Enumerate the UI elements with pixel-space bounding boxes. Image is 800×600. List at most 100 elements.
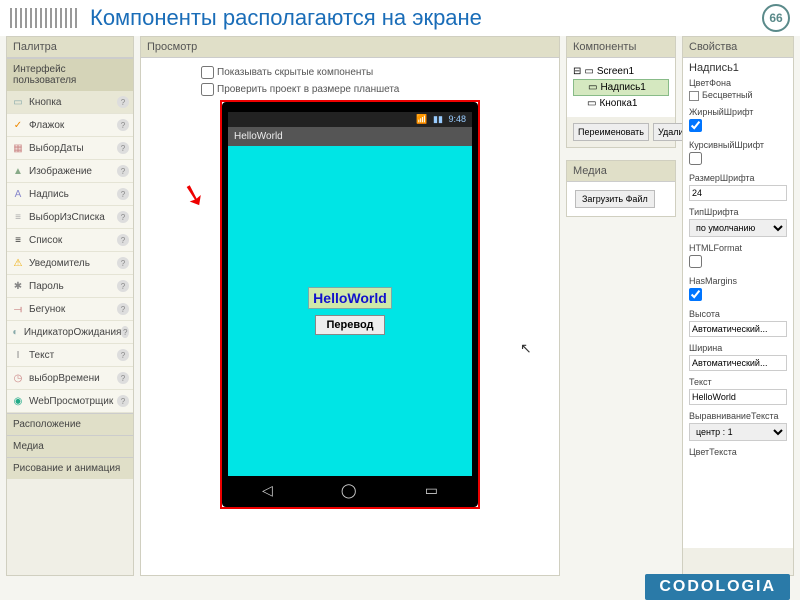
- palette-item[interactable]: ◷ выборВремени?: [7, 367, 133, 390]
- cursor-icon: ↖: [520, 340, 532, 357]
- signal-icon: ▮▮: [433, 114, 443, 124]
- htmlformat-checkbox[interactable]: [689, 255, 702, 268]
- tree-node-label: Кнопка1: [599, 98, 637, 109]
- palette-item[interactable]: ▭Кнопка?: [7, 91, 133, 114]
- palette-category-media[interactable]: Медиа: [7, 435, 133, 457]
- component-icon: A: [11, 187, 25, 201]
- palette-item-label: Текст: [29, 350, 54, 361]
- palette-item[interactable]: ⚠Уведомитель?: [7, 252, 133, 275]
- media-panel: Медиа Загрузить Файл: [566, 160, 676, 217]
- palette-item-label: ВыборИзСписка: [29, 212, 105, 223]
- palette-item-label: ВыборДаты: [29, 143, 84, 154]
- help-icon[interactable]: ?: [117, 257, 129, 269]
- bold-label: ЖирныйШрифт: [689, 107, 787, 117]
- text-label: Текст: [689, 377, 787, 387]
- help-icon[interactable]: ?: [117, 211, 129, 223]
- bgcolor-swatch[interactable]: [689, 91, 699, 101]
- tree-node[interactable]: ▭Кнопка1: [573, 96, 669, 111]
- palette-item-label: выборВремени: [29, 373, 100, 384]
- hasmargins-checkbox[interactable]: [689, 288, 702, 301]
- viewer-body: Показывать скрытые компоненты Проверить …: [141, 58, 559, 575]
- align-label: ВыравниваниеТекста: [689, 411, 787, 421]
- palette-item[interactable]: IТекст?: [7, 344, 133, 367]
- help-icon[interactable]: ?: [117, 96, 129, 108]
- help-icon[interactable]: ?: [117, 303, 129, 315]
- width-label: Ширина: [689, 343, 787, 353]
- help-icon[interactable]: ?: [117, 165, 129, 177]
- palette-item[interactable]: ◉WebПросмотрщик?: [7, 390, 133, 413]
- palette-item[interactable]: ▦ ВыборДаты?: [7, 137, 133, 160]
- viewer-title: Просмотр: [141, 37, 559, 58]
- palette-category-drawing[interactable]: Рисование и анимация: [7, 457, 133, 479]
- upload-file-button[interactable]: Загрузить Файл: [575, 190, 655, 208]
- text-input[interactable]: [689, 389, 787, 405]
- palette-item[interactable]: ✱Пароль?: [7, 275, 133, 298]
- help-icon[interactable]: ?: [117, 119, 129, 131]
- components-panel: Компоненты ⊟▭Screen1▭Надпись1▭Кнопка1 Пе…: [566, 36, 676, 148]
- palette-item[interactable]: ≡Список?: [7, 229, 133, 252]
- component-icon: ▭: [584, 66, 593, 77]
- expand-icon[interactable]: ⊟: [573, 66, 581, 77]
- help-icon[interactable]: ?: [117, 188, 129, 200]
- palette-item[interactable]: ≡ВыборИзСписка?: [7, 206, 133, 229]
- bgcolor-value[interactable]: Бесцветный: [702, 90, 753, 100]
- tablet-size-checkbox[interactable]: [201, 83, 214, 96]
- properties-title: Свойства: [683, 37, 793, 58]
- tree-node[interactable]: ⊟▭Screen1: [573, 64, 669, 79]
- label-component[interactable]: HelloWorld: [308, 287, 392, 309]
- back-icon[interactable]: ◁: [262, 482, 273, 499]
- button-component[interactable]: Перевод: [315, 315, 384, 335]
- htmlformat-label: HTMLFormat: [689, 243, 787, 253]
- media-title: Медиа: [567, 161, 675, 182]
- fontsize-input[interactable]: [689, 185, 787, 201]
- slide-number-badge: 66: [762, 4, 790, 32]
- palette-item[interactable]: A Надпись?: [7, 183, 133, 206]
- palette-category-ui[interactable]: Интерфейс пользователя: [7, 58, 133, 91]
- show-hidden-checkbox[interactable]: [201, 66, 214, 79]
- italic-checkbox[interactable]: [689, 152, 702, 165]
- hasmargins-label: HasMargins: [689, 276, 787, 286]
- help-icon[interactable]: ?: [117, 142, 129, 154]
- palette-item-label: Кнопка: [29, 97, 61, 108]
- palette-item[interactable]: ⟞Бегунок?: [7, 298, 133, 321]
- annotation-arrow: ➘: [177, 175, 210, 215]
- component-icon: ◉: [11, 394, 25, 408]
- watermark-logo: CODOLOGIA: [645, 574, 790, 600]
- palette-category-layout[interactable]: Расположение: [7, 413, 133, 435]
- home-icon[interactable]: ◯: [341, 482, 357, 499]
- palette-item[interactable]: ✓Флажок?: [7, 114, 133, 137]
- help-icon[interactable]: ?: [117, 280, 129, 292]
- tree-node[interactable]: ▭Надпись1: [573, 79, 669, 96]
- height-input[interactable]: [689, 321, 787, 337]
- fonttype-select[interactable]: по умолчанию: [689, 219, 787, 237]
- status-time: 9:48: [448, 114, 466, 124]
- fontsize-label: РазмерШрифта: [689, 173, 787, 183]
- component-icon: ◷: [11, 371, 25, 385]
- height-label: Высота: [689, 309, 787, 319]
- app-titlebar: HelloWorld: [228, 127, 472, 146]
- help-icon[interactable]: ?: [117, 395, 129, 407]
- show-hidden-label: Показывать скрытые компоненты: [217, 67, 373, 78]
- help-icon[interactable]: ?: [117, 234, 129, 246]
- components-title: Компоненты: [567, 37, 675, 58]
- help-icon[interactable]: ?: [117, 349, 129, 361]
- palette-item-label: Уведомитель: [29, 258, 90, 269]
- align-select[interactable]: центр : 1: [689, 423, 787, 441]
- component-icon: ✓: [11, 118, 25, 132]
- bold-checkbox[interactable]: [689, 119, 702, 132]
- decorative-dots: [10, 8, 80, 28]
- app-screen[interactable]: HelloWorld Перевод: [228, 146, 472, 476]
- page-title: Компоненты располагаются на экране: [90, 5, 762, 31]
- component-icon: ▦: [11, 141, 25, 155]
- palette-item-label: Надпись: [29, 189, 69, 200]
- palette-item[interactable]: ◐ИндикаторОжидания?: [7, 321, 133, 344]
- tree-node-label: Надпись1: [600, 82, 645, 93]
- help-icon[interactable]: ?: [121, 326, 129, 338]
- recent-icon[interactable]: ▭: [425, 482, 438, 499]
- help-icon[interactable]: ?: [117, 372, 129, 384]
- rename-button[interactable]: Переименовать: [573, 123, 649, 141]
- wifi-icon: 📶: [416, 114, 427, 124]
- width-input[interactable]: [689, 355, 787, 371]
- palette-title: Палитра: [7, 37, 133, 58]
- palette-item[interactable]: ▲Изображение?: [7, 160, 133, 183]
